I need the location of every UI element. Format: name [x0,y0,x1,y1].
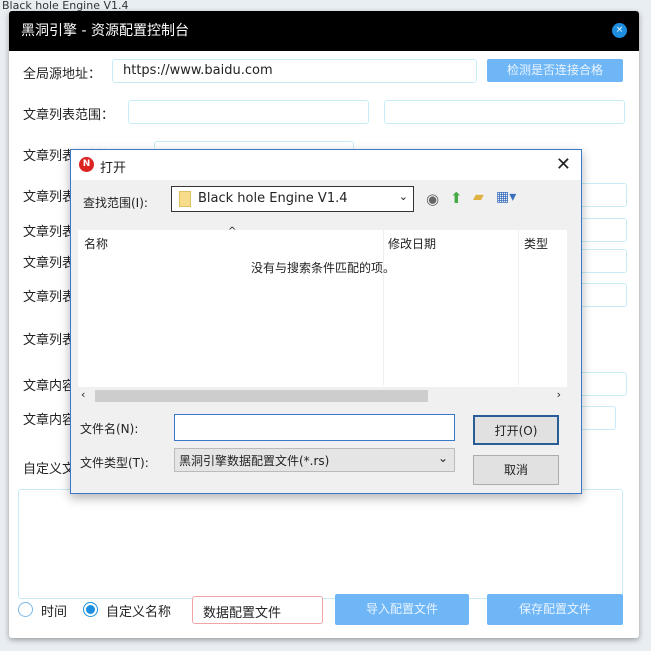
save-button[interactable]: 保存配置文件 [487,594,623,625]
view-menu-icon[interactable]: ▦▾ [496,189,516,205]
background-window-title: Black hole Engine V1.4 [2,0,129,12]
import-button[interactable]: 导入配置文件 [335,594,469,625]
label-row: 自定义文 [23,462,76,477]
lookin-value: Black hole Engine V1.4 [198,191,348,206]
filename-input[interactable]: 数据配置文件 [192,596,323,624]
label-row: 文章列表 [23,333,76,348]
source-input[interactable]: https://www.baidu.com [112,59,477,83]
label-row: 文章列表 [23,190,76,205]
column-date[interactable]: 修改日期 [388,235,436,252]
filetype-value: 黑洞引擎数据配置文件(*.rs) [179,454,330,468]
file-list[interactable]: 名称 ^ 修改日期 类型 没有与搜索条件匹配的项。 ‹ › [78,226,567,405]
label-row: 文章列表 [23,225,76,240]
sort-asc-icon: ^ [228,226,237,237]
source-label: 全局源地址： [23,67,102,82]
open-file-dialog: N 打开 ✕ 查找范围(I): Black hole Engine V1.4 ⌄ ◉… [70,149,582,494]
up-folder-icon[interactable]: ⬆ [450,189,463,207]
label-row: 文章列表 [23,256,76,271]
label-row: 文章内容 [23,413,76,428]
filename-label: 文件名(N): [80,422,139,436]
chevron-down-icon: ⌄ [398,190,408,203]
dialog-filename-input[interactable] [174,414,455,441]
open-button[interactable]: 打开(O) [473,415,559,445]
radio-custom-name[interactable] [83,602,98,617]
label-row: 文章内容 [23,379,76,394]
radio-time-label: 时间 [41,605,68,620]
label-row: 文章列表 [23,290,76,305]
back-icon[interactable]: ◉ [426,190,439,208]
empty-message: 没有与搜索条件匹配的项。 [251,261,396,275]
chevron-down-icon: ⌄ [437,451,448,465]
column-type[interactable]: 类型 [524,235,548,252]
window-title: 黑洞引擎 - 资源配置控制台 [9,11,639,51]
dialog-title: 打开 [100,161,127,176]
filetype-select[interactable]: 黑洞引擎数据配置文件(*.rs) ⌄ [174,448,455,472]
close-button[interactable]: × [612,23,627,38]
lookin-select[interactable]: Black hole Engine V1.4 ⌄ [171,186,414,212]
lookin-label: 查找范围(I): [83,196,148,210]
range-end-input[interactable] [384,100,625,124]
folder-icon [179,191,191,207]
label-article-range: 文章列表范围： [23,108,115,123]
horizontal-scrollbar[interactable]: ‹ › [78,387,567,405]
dialog-close-icon[interactable]: ✕ [556,154,571,175]
column-name[interactable]: 名称 [84,235,108,252]
app-logo-icon: N [79,157,94,172]
range-start-input[interactable] [128,100,369,124]
radio-custom-label: 自定义名称 [106,605,172,620]
custom-textarea[interactable] [18,489,623,599]
cancel-button[interactable]: 取消 [473,455,559,485]
filetype-label: 文件类型(T): [80,456,149,470]
new-folder-icon[interactable]: ▰ [473,189,484,205]
check-connection-button[interactable]: 检测是否连接合格 [487,59,623,82]
radio-time[interactable] [18,602,33,617]
